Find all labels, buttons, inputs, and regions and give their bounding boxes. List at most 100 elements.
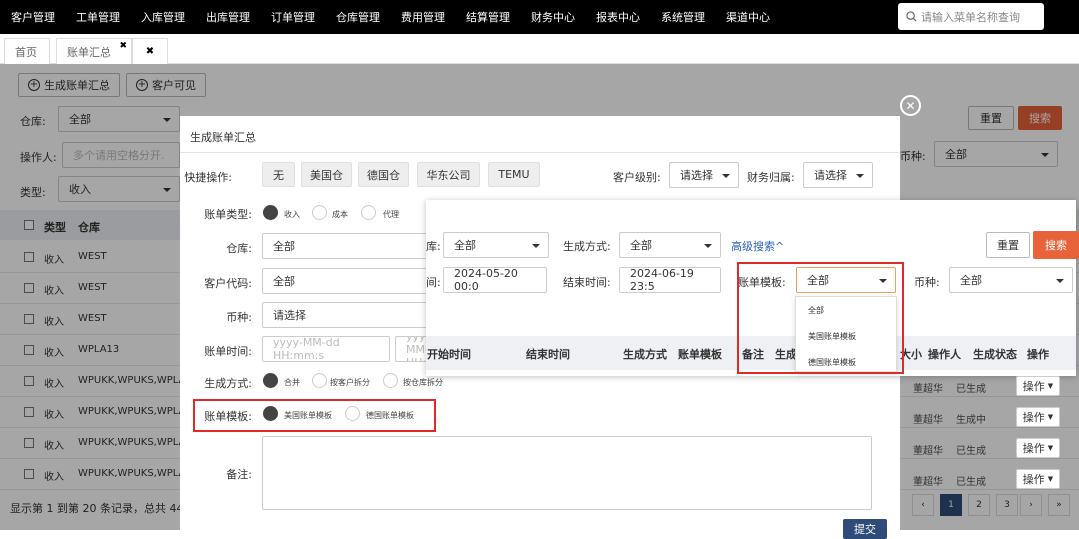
gen-method-customer-radio[interactable]	[312, 373, 327, 388]
row-action-label: 操作	[1022, 473, 1045, 486]
modal-warehouse-select[interactable]: 全部	[262, 233, 432, 259]
panel-search-button[interactable]: 搜索	[1033, 231, 1079, 259]
nav-item[interactable]: 工单管理	[65, 9, 130, 25]
col-action: 操作	[1027, 348, 1049, 361]
tab-home[interactable]: 首页	[4, 38, 50, 64]
row-action-button[interactable]: 操作 ▼	[1016, 469, 1060, 489]
modal-warehouse-label: 仓库:	[226, 242, 252, 255]
quick-action-label: 快捷操作:	[184, 171, 232, 184]
caret-down-icon: ▼	[1047, 382, 1054, 390]
customer-level-label: 客户级别:	[613, 171, 661, 184]
row-action-label: 操作	[1022, 380, 1045, 393]
caret-down-icon	[722, 174, 730, 178]
modal-currency-select[interactable]: 请选择	[262, 302, 432, 328]
tab-close-all[interactable]: ✖	[132, 38, 168, 64]
modal-currency-label: 币种:	[226, 311, 252, 324]
customer-code-select[interactable]: 全部	[262, 268, 432, 294]
bill-type-agent-radio[interactable]	[361, 205, 376, 220]
quick-action-button[interactable]: 德国仓	[358, 162, 409, 187]
menu-search-input[interactable]: 请输入菜单名称查询	[898, 3, 1044, 30]
panel-currency-label: 币种:	[914, 276, 940, 289]
finance-select[interactable]: 请选择	[803, 162, 873, 188]
panel-gen-method-label: 生成方式:	[563, 240, 611, 253]
row-operator: 董超华	[913, 384, 943, 395]
row-action-label: 操作	[1022, 411, 1045, 424]
close-icon[interactable]: ✖	[119, 41, 127, 51]
panel-start-input[interactable]: 2024-05-20 00:0	[443, 267, 547, 293]
panel-gen-method-select[interactable]: 全部	[619, 232, 721, 258]
panel-gen-method-value: 全部	[630, 239, 652, 252]
nav-item[interactable]: 渠道中心	[715, 9, 780, 25]
customer-code-label: 客户代码:	[204, 277, 252, 290]
nav-item[interactable]: 仓库管理	[325, 9, 390, 25]
bill-type-cost-label: 成本	[332, 210, 348, 219]
panel-currency-select[interactable]: 全部	[949, 267, 1073, 293]
quick-action-button[interactable]: 华东公司	[417, 162, 480, 187]
submit-label: 提交	[854, 523, 876, 536]
customer-code-value: 全部	[273, 275, 295, 288]
quick-action-button[interactable]: TEMU	[488, 162, 540, 187]
nav-item[interactable]: 费用管理	[390, 9, 455, 25]
row-status: 已生成	[956, 384, 986, 395]
col-gen-status: 生成状态	[973, 348, 1017, 361]
close-icon: ✖	[145, 46, 155, 57]
nav-item[interactable]: 报表中心	[585, 9, 650, 25]
caret-down-icon: ▼	[1047, 475, 1054, 483]
top-navigation: 客户管理 工单管理 入库管理 出库管理 订单管理 仓库管理 费用管理 结算管理 财务中心 报表中心…	[0, 0, 1079, 34]
row-operator: 董超华	[913, 477, 943, 488]
panel-warehouse-select[interactable]: 全部	[443, 232, 549, 258]
caret-down-icon	[704, 244, 712, 248]
nav-item[interactable]: 客户管理	[0, 9, 65, 25]
nav-item[interactable]: 系统管理	[650, 9, 715, 25]
quick-action-button[interactable]: 无	[262, 162, 295, 187]
finance-value: 请选择	[814, 169, 847, 182]
bill-type-cost-radio[interactable]	[312, 205, 327, 220]
tab-billing[interactable]: 账单汇总 ✖	[56, 38, 132, 64]
panel-end-value: 2024-06-19 23:5	[630, 267, 694, 293]
panel-start-value: 2024-05-20 00:0	[454, 267, 518, 293]
panel-warehouse-value: 全部	[454, 239, 476, 252]
modal-warehouse-value: 全部	[273, 240, 295, 253]
caret-down-icon: ▼	[1047, 444, 1054, 452]
gen-method-warehouse-radio[interactable]	[383, 373, 398, 388]
nav-item[interactable]: 结算管理	[455, 9, 520, 25]
panel-end-label: 结束时间:	[563, 276, 611, 289]
caret-down-icon: ▼	[1047, 413, 1054, 421]
col-operator: 操作人	[928, 348, 961, 361]
nav-menu: 客户管理 工单管理 入库管理 出库管理 订单管理 仓库管理 费用管理 结算管理 财务中心 报表中心…	[0, 9, 780, 25]
advanced-search-link[interactable]: 高级搜索^	[731, 238, 784, 254]
row-status: 生成中	[956, 415, 986, 426]
row-action-label: 操作	[1022, 442, 1045, 455]
bill-type-agent-label: 代理	[383, 210, 399, 219]
gen-method-merge-radio[interactable]	[263, 373, 278, 388]
nav-item[interactable]: 订单管理	[260, 9, 325, 25]
dropdown-highlight	[737, 262, 904, 374]
remark-textarea[interactable]	[262, 436, 872, 510]
search-icon	[906, 11, 917, 22]
nav-item[interactable]: 财务中心	[520, 9, 585, 25]
nav-item[interactable]: 出库管理	[195, 9, 260, 25]
customer-level-select[interactable]: 请选择	[669, 162, 739, 188]
col-end-time: 结束时间	[526, 348, 570, 361]
gen-method-merge-label: 合并	[284, 378, 300, 387]
close-modal-icon[interactable]: ✕	[900, 95, 921, 116]
row-action-button[interactable]: 操作 ▼	[1016, 438, 1060, 458]
submit-button[interactable]: 提交	[843, 519, 887, 539]
row-action-button[interactable]: 操作 ▼	[1016, 376, 1060, 396]
tab-home-label: 首页	[15, 45, 37, 59]
row-operator: 董超华	[913, 415, 943, 426]
gen-method-warehouse-label: 按仓库拆分	[403, 378, 443, 387]
panel-reset-button[interactable]: 重置	[986, 232, 1030, 258]
quick-action-button[interactable]: 美国仓	[301, 162, 352, 187]
search-placeholder: 请输入菜单名称查询	[921, 10, 1020, 24]
col-start-time: 开始时间	[427, 348, 471, 361]
panel-end-input[interactable]: 2024-06-19 23:5	[619, 267, 721, 293]
row-action-button[interactable]: 操作 ▼	[1016, 407, 1060, 427]
nav-item[interactable]: 入库管理	[130, 9, 195, 25]
modal-title: 生成账单汇总	[190, 131, 256, 144]
divider	[180, 152, 900, 153]
bill-time-start-input[interactable]: yyyy-MM-dd HH:mm:s	[262, 336, 390, 362]
bill-type-income-radio[interactable]	[263, 205, 278, 220]
col-template: 账单模板	[678, 348, 722, 361]
bill-type-label: 账单类型:	[204, 208, 252, 221]
